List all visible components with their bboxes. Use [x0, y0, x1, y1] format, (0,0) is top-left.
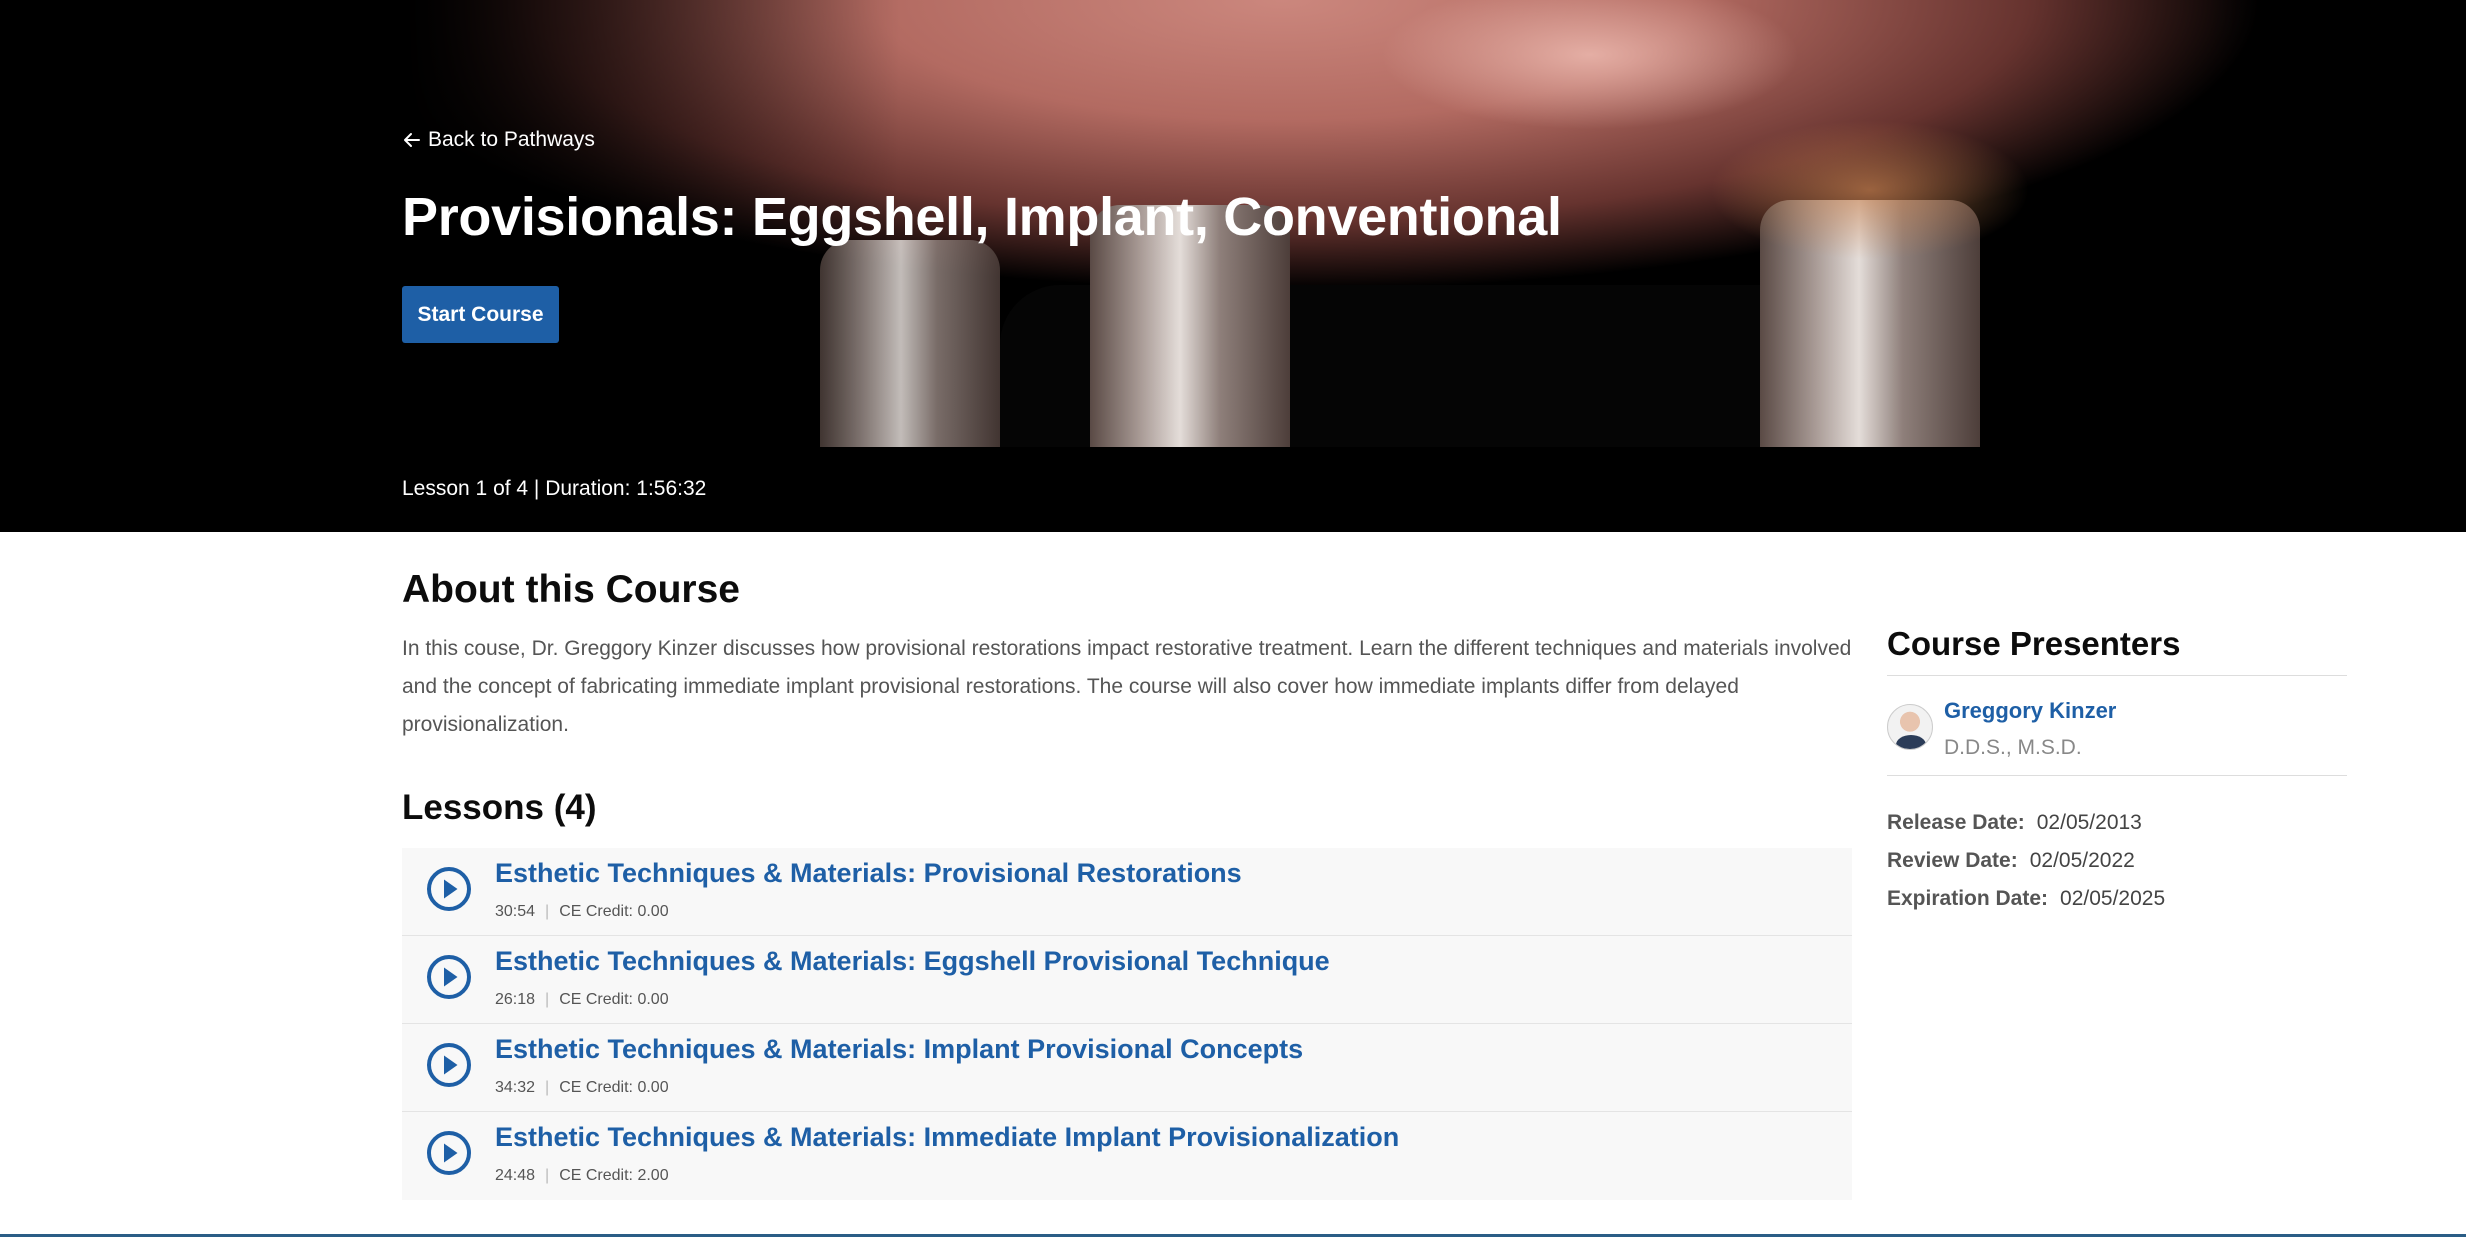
- lesson-duration: 30:54: [495, 903, 536, 920]
- lesson-title[interactable]: Esthetic Techniques & Materials: Eggshel…: [495, 946, 1330, 977]
- course-hero: Back to Pathways Provisionals: Eggshell,…: [0, 0, 2466, 532]
- lesson-title[interactable]: Esthetic Techniques & Materials: Provisi…: [495, 858, 1242, 889]
- lesson-item[interactable]: Esthetic Techniques & Materials: Implant…: [402, 1024, 1852, 1112]
- expiration-date-value: 02/05/2025: [2060, 887, 2166, 910]
- presenters-heading: Course Presenters: [1887, 625, 2347, 676]
- presenter-credentials: D.D.S., M.S.D.: [1944, 736, 2082, 759]
- expiration-date-label: Expiration Date:: [1887, 887, 2049, 910]
- play-circle-icon[interactable]: [426, 1130, 472, 1176]
- review-date-label: Review Date:: [1887, 849, 2018, 872]
- divider: |: [545, 1167, 550, 1184]
- lesson-ce-credit: CE Credit: 2.00: [559, 1167, 669, 1184]
- lesson-title[interactable]: Esthetic Techniques & Materials: Immedia…: [495, 1122, 1399, 1153]
- lesson-title[interactable]: Esthetic Techniques & Materials: Implant…: [495, 1034, 1303, 1065]
- release-date-label: Release Date:: [1887, 811, 2025, 834]
- lesson-meta: 26:18 | CE Credit: 0.00: [495, 991, 669, 1009]
- lessons-heading: Lessons (4): [402, 788, 597, 827]
- lesson-meta: 34:32 | CE Credit: 0.00: [495, 1079, 669, 1097]
- back-link-label: Back to Pathways: [428, 128, 595, 151]
- lesson-ce-credit: CE Credit: 0.00: [559, 903, 669, 920]
- start-course-button[interactable]: Start Course: [402, 286, 559, 343]
- course-title: Provisionals: Eggshell, Implant, Convent…: [402, 187, 1562, 247]
- expiration-date: Expiration Date: 02/05/2025: [1887, 880, 2347, 918]
- review-date: Review Date: 02/05/2022: [1887, 842, 2347, 880]
- divider: |: [545, 903, 550, 920]
- arrow-left-icon: [404, 133, 420, 147]
- lesson-list: Esthetic Techniques & Materials: Provisi…: [402, 848, 1852, 1200]
- review-date-value: 02/05/2022: [2029, 849, 2135, 872]
- lesson-item[interactable]: Esthetic Techniques & Materials: Provisi…: [402, 848, 1852, 936]
- divider: |: [545, 991, 550, 1008]
- presenter-card: Greggory Kinzer D.D.S., M.S.D.: [1887, 676, 2347, 776]
- play-circle-icon[interactable]: [426, 1042, 472, 1088]
- course-presenters-panel: Course Presenters Greggory Kinzer D.D.S.…: [1887, 625, 2347, 918]
- lesson-ce-credit: CE Credit: 0.00: [559, 1079, 669, 1096]
- course-dates: Release Date: 02/05/2013 Review Date: 02/0…: [1887, 804, 2347, 918]
- play-circle-icon[interactable]: [426, 954, 472, 1000]
- lesson-duration: 24:48: [495, 1167, 536, 1184]
- play-circle-icon[interactable]: [426, 866, 472, 912]
- lesson-item[interactable]: Esthetic Techniques & Materials: Eggshel…: [402, 936, 1852, 1024]
- release-date-value: 02/05/2013: [2036, 811, 2142, 834]
- presenter-name-link[interactable]: Greggory Kinzer: [1944, 698, 2116, 724]
- divider: |: [545, 1079, 550, 1096]
- lesson-ce-credit: CE Credit: 0.00: [559, 991, 669, 1008]
- back-to-pathways-link[interactable]: Back to Pathways: [402, 128, 595, 152]
- release-date: Release Date: 02/05/2013: [1887, 804, 2347, 842]
- lesson-progress-duration: Lesson 1 of 4 | Duration: 1:56:32: [402, 477, 707, 500]
- lesson-duration: 34:32: [495, 1079, 536, 1096]
- lesson-item[interactable]: Esthetic Techniques & Materials: Immedia…: [402, 1112, 1852, 1200]
- presenter-avatar: [1887, 704, 1933, 750]
- about-heading: About this Course: [402, 568, 740, 611]
- lesson-meta: 30:54 | CE Credit: 0.00: [495, 903, 669, 921]
- about-description: In this couse, Dr. Greggory Kinzer discu…: [402, 637, 1852, 736]
- lesson-duration: 26:18: [495, 991, 536, 1008]
- lesson-meta: 24:48 | CE Credit: 2.00: [495, 1167, 669, 1185]
